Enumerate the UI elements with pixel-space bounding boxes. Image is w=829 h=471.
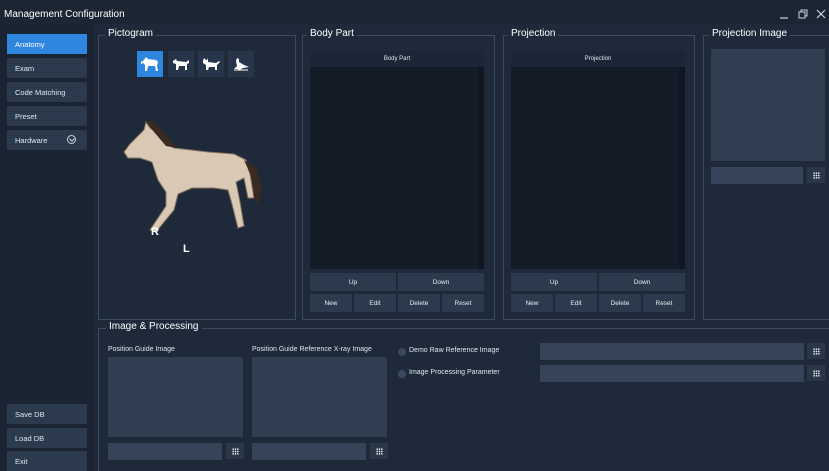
projection-delete-button[interactable]: Delete (599, 294, 641, 312)
projection-down-button[interactable]: Down (599, 273, 685, 291)
minimize-icon[interactable] (777, 7, 791, 21)
processing-param-radio[interactable] (398, 370, 406, 378)
grid-icon (375, 447, 383, 455)
processing-param-grid-button[interactable] (807, 365, 825, 381)
body-part-reset-button[interactable]: Reset (442, 294, 484, 312)
projection-reset-button[interactable]: Reset (643, 294, 685, 312)
demo-raw-field[interactable] (540, 343, 804, 360)
position-guide-ref-image (252, 357, 387, 437)
projection-new-button[interactable]: New (511, 294, 553, 312)
cat-icon (203, 58, 220, 70)
projection-title: Projection (508, 28, 559, 39)
cat-button[interactable] (198, 51, 224, 77)
body-part-delete-button[interactable]: Delete (398, 294, 440, 312)
sidebar-item-label: Preset (15, 111, 37, 121)
marker-left: L (183, 243, 190, 255)
load-db-button[interactable]: Load DB (7, 428, 87, 448)
title-bar: Management Configuration (0, 0, 829, 24)
body-part-new-button[interactable]: New (310, 294, 352, 312)
sidebar-item-anatomy[interactable]: Anatomy (7, 34, 87, 54)
dog-button[interactable] (168, 51, 194, 77)
dog-icon (173, 59, 189, 70)
projection-up-button[interactable]: Up (511, 273, 597, 291)
position-guide-image (108, 357, 243, 437)
sidebar-item-label: Exit (15, 456, 28, 466)
projection-image-field[interactable] (711, 167, 803, 184)
sidebar-item-label: Code Matching (15, 87, 66, 97)
grid-icon (812, 369, 820, 377)
marker-right: R (151, 226, 159, 238)
projection-list-header: Projection (511, 51, 685, 67)
body-part-up-button[interactable]: Up (310, 273, 396, 291)
sidebar-item-hardware[interactable]: Hardware (7, 130, 87, 150)
projection-list[interactable]: Projection (511, 51, 685, 269)
sidebar-item-label: Save DB (15, 409, 45, 419)
body-part-title: Body Part (307, 28, 357, 39)
horse-pictogram (123, 120, 262, 233)
grid-icon (812, 347, 820, 355)
horse-icon (141, 57, 158, 71)
image-processing-title: Image & Processing (106, 321, 202, 332)
projection-image-grid-button[interactable] (807, 167, 825, 183)
grid-icon (231, 447, 239, 455)
bird-icon (234, 58, 249, 71)
demo-raw-label: Demo Raw Reference Image (409, 347, 500, 354)
body-part-list-header: Body Part (310, 51, 484, 67)
position-guide-field[interactable] (108, 443, 222, 460)
window-title: Management Configuration (4, 9, 125, 20)
chevron-down-circle-icon (67, 135, 76, 144)
pictogram-title: Pictogram (105, 28, 157, 39)
projection-scrollbar[interactable] (679, 67, 685, 269)
demo-raw-radio[interactable] (398, 348, 406, 356)
body-part-list[interactable]: Body Part (310, 51, 484, 269)
sidebar-item-label: Load DB (15, 433, 45, 443)
projection-edit-button[interactable]: Edit (555, 294, 597, 312)
save-db-button[interactable]: Save DB (7, 404, 87, 424)
bird-button[interactable] (228, 51, 254, 77)
body-part-down-button[interactable]: Down (398, 273, 484, 291)
projection-image-preview (711, 49, 825, 161)
processing-param-field[interactable] (540, 365, 804, 382)
position-guide-grid-button[interactable] (226, 443, 244, 459)
restore-icon[interactable] (796, 7, 810, 21)
position-guide-label: Position Guide Image (108, 346, 175, 353)
processing-param-label: Image Processing Parameter (409, 369, 500, 376)
horse-button[interactable] (137, 51, 163, 77)
sidebar-item-label: Exam (15, 63, 35, 73)
close-icon[interactable] (814, 7, 828, 21)
position-guide-ref-grid-button[interactable] (370, 443, 388, 459)
projection-image-title: Projection Image (709, 28, 791, 39)
grid-icon (812, 171, 820, 179)
sidebar-item-preset[interactable]: Preset (7, 106, 87, 126)
sidebar-item-label: Anatomy (15, 39, 45, 49)
position-guide-ref-label: Position Guide Reference X-ray Image (252, 346, 372, 353)
sidebar-item-code-matching[interactable]: Code Matching (7, 82, 87, 102)
sidebar-item-exam[interactable]: Exam (7, 58, 87, 78)
demo-raw-grid-button[interactable] (807, 343, 825, 359)
position-guide-ref-field[interactable] (252, 443, 366, 460)
body-part-edit-button[interactable]: Edit (354, 294, 396, 312)
sidebar-item-label: Hardware (15, 135, 48, 145)
body-part-scrollbar[interactable] (478, 67, 484, 269)
exit-button[interactable]: Exit (7, 451, 87, 471)
